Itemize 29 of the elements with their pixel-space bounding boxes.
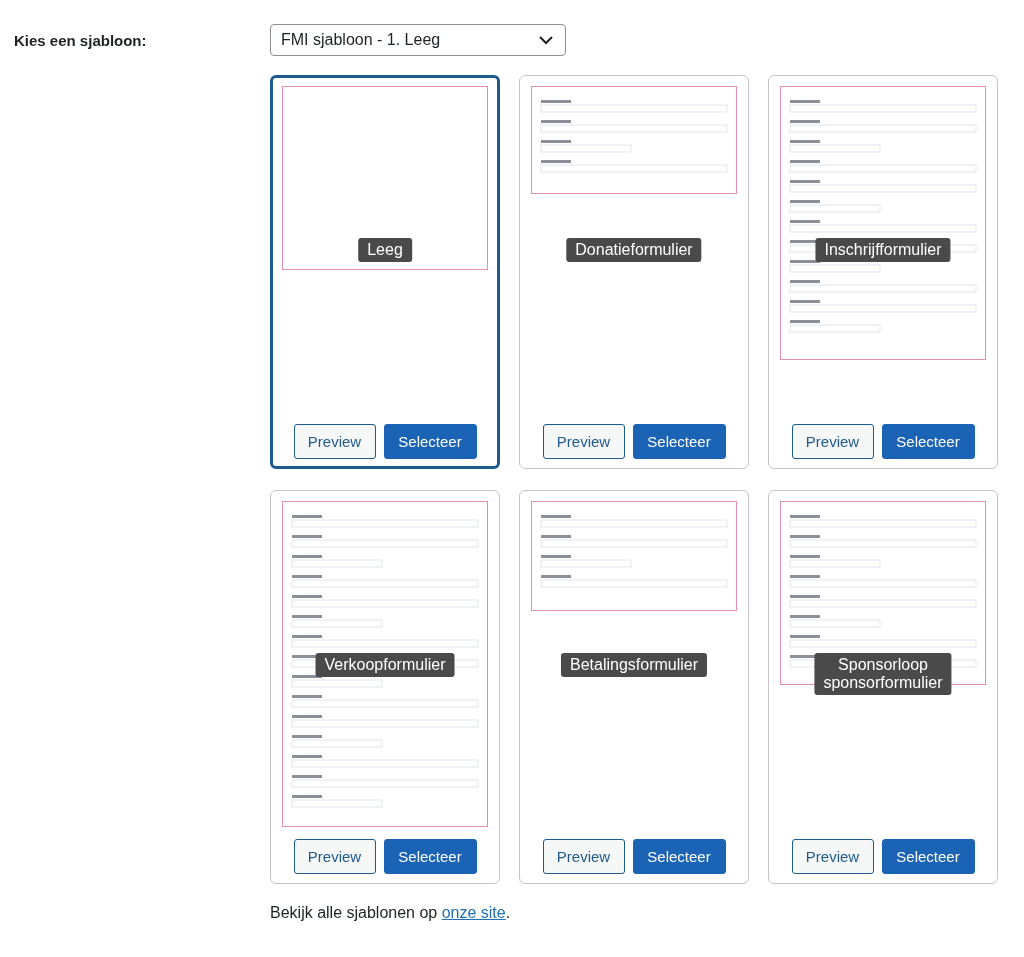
select-button[interactable]: Selecteer — [383, 839, 477, 874]
select-button[interactable]: Selecteer — [632, 424, 726, 459]
select-button[interactable]: Selecteer — [632, 839, 726, 874]
template-name: Sponsorloop sponsorformulier — [814, 653, 952, 695]
template-card[interactable]: Sponsorloop sponsorformulier Preview Selecteer — [768, 490, 998, 884]
template-card[interactable]: Betalingsformulier Preview Selecteer — [519, 490, 749, 884]
preview-button[interactable]: Preview — [542, 424, 625, 459]
preview-button[interactable]: Preview — [542, 839, 625, 874]
template-label: Kies een sjabloon: — [14, 31, 148, 49]
template-name: Inschrijfformulier — [815, 238, 951, 262]
select-button[interactable]: Selecteer — [383, 424, 477, 459]
select-button[interactable]: Selecteer — [881, 839, 975, 874]
site-link[interactable]: onze site — [441, 904, 506, 921]
template-card[interactable]: Verkoopformulier Preview Selecteer — [270, 490, 500, 884]
preview-button[interactable]: Preview — [293, 424, 376, 459]
template-card[interactable]: Leeg Preview Selecteer — [270, 75, 500, 469]
preview-button[interactable]: Preview — [293, 839, 376, 874]
preview-button[interactable]: Preview — [791, 839, 874, 874]
template-name: Betalingsformulier — [560, 653, 708, 677]
template-dropdown[interactable]: FMI sjabloon - 1. Leeg — [270, 24, 566, 56]
template-card[interactable]: Inschrijfformulier Preview Selecteer — [768, 75, 998, 469]
template-name: Verkoopformulier — [315, 653, 455, 677]
template-card[interactable]: Donatieformulier Preview Selecteer — [519, 75, 749, 469]
template-name: Leeg — [358, 238, 412, 262]
footer-text: Bekijk alle sjablonen op onze site. — [270, 904, 512, 922]
template-name: Donatieformulier — [566, 238, 702, 262]
preview-button[interactable]: Preview — [791, 424, 874, 459]
chevron-down-icon — [539, 35, 553, 45]
select-button[interactable]: Selecteer — [881, 424, 975, 459]
